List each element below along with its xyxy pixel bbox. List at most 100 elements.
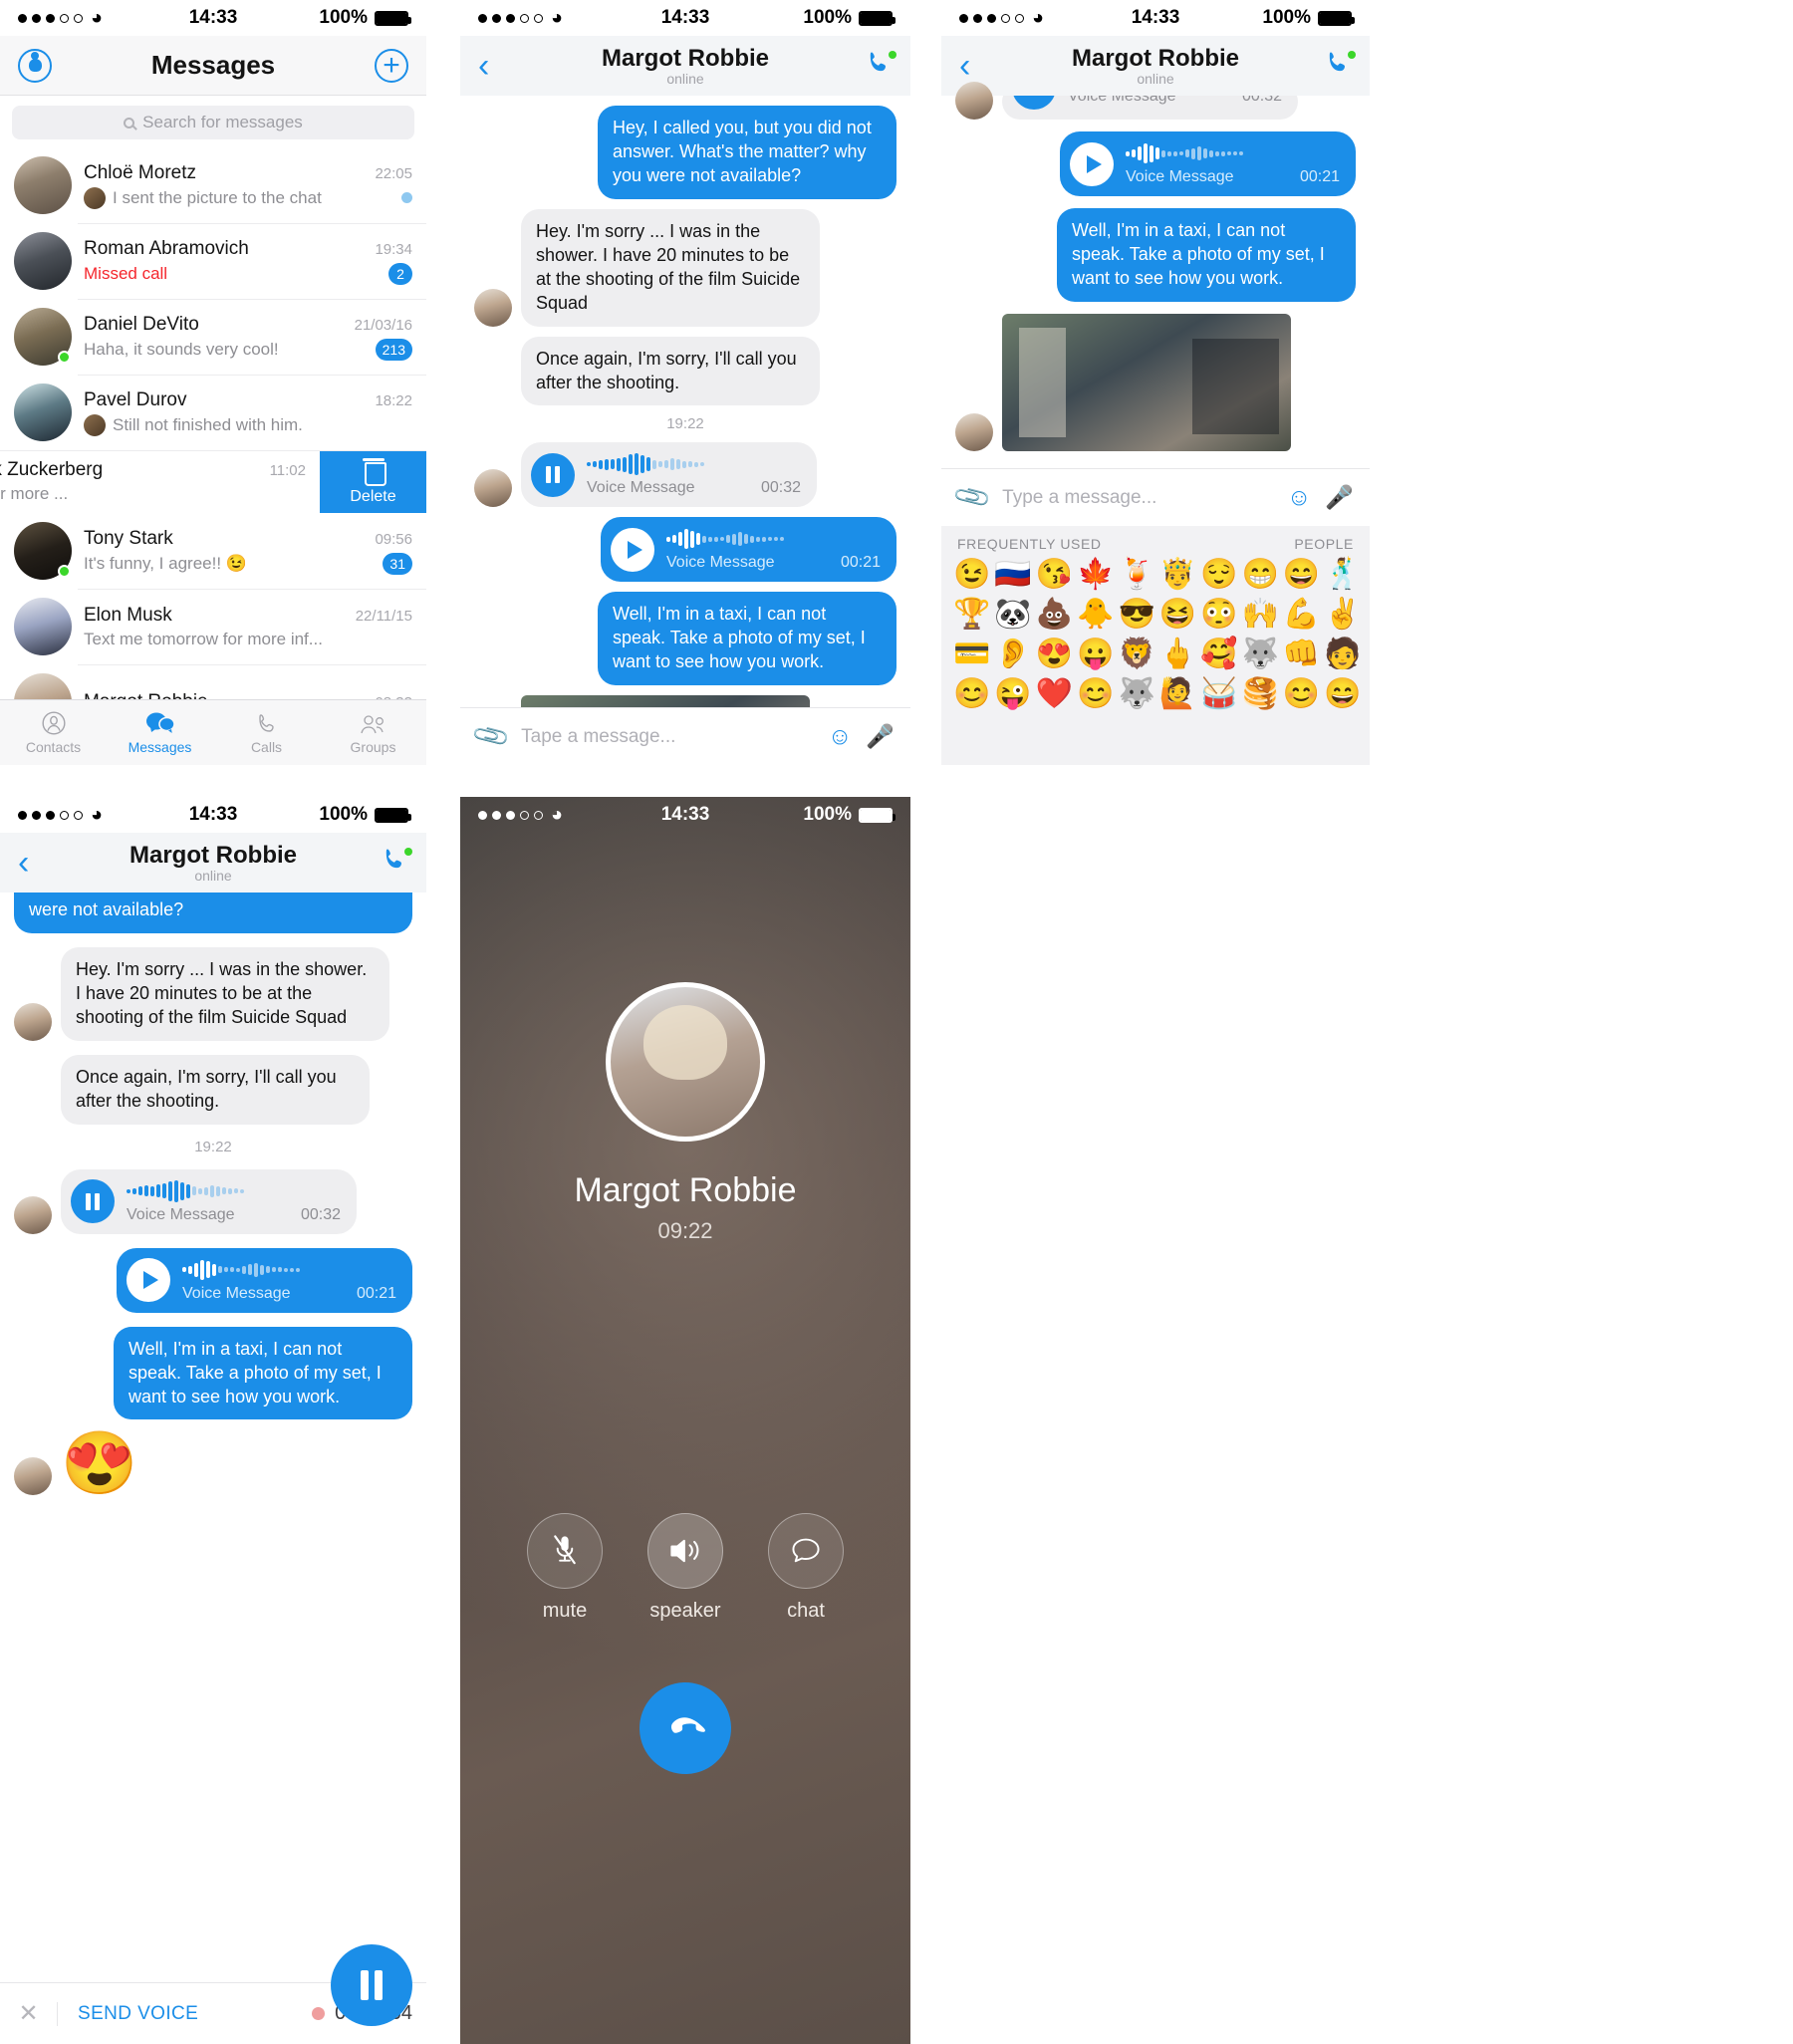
mute-button[interactable]: mute [527, 1513, 603, 1623]
emoji-key[interactable]: 🖕 [1159, 638, 1196, 670]
chat-button[interactable]: chat [768, 1513, 844, 1623]
message-bubble-in[interactable]: Hey. I'm sorry ... I was in the shower. … [61, 946, 389, 1041]
play-button[interactable] [1070, 141, 1114, 186]
emoji-key[interactable]: 😳 [1200, 598, 1237, 631]
call-button[interactable] [865, 49, 896, 84]
tab-messages[interactable]: Messages [107, 700, 213, 765]
voice-message-in[interactable]: Voice Message 00:32 [521, 442, 817, 508]
chat-list-item-swiped[interactable]: rk Zuckerberg 11:02 for more ... Delete [0, 450, 426, 513]
voice-message-out[interactable]: Voice Message 00:21 [117, 1247, 412, 1313]
voice-message-out[interactable]: Voice Message 00:21 [601, 517, 896, 583]
emoji-key[interactable]: 🇷🇺 [994, 558, 1031, 591]
emoji-key[interactable]: 🙌 [1242, 598, 1279, 631]
emoji-key[interactable]: 😆 [1159, 598, 1196, 631]
emoji-key[interactable]: 🐺 [1242, 638, 1279, 670]
emoji-key[interactable]: 🏆 [953, 598, 990, 631]
emoji-key[interactable]: 🥰 [1200, 638, 1237, 670]
delete-button[interactable]: Delete [320, 450, 426, 513]
message-bubble-out[interactable]: Well, I'm in a taxi, I can not speak. Ta… [598, 592, 896, 686]
emoji-key[interactable]: 😁 [1242, 558, 1279, 591]
emoji-key[interactable]: 😍 [1036, 638, 1073, 670]
back-button[interactable]: ‹ [478, 49, 489, 83]
emoji-key[interactable]: 😉 [953, 558, 990, 591]
emoji-key[interactable]: 🐼 [994, 598, 1031, 631]
emoji-message[interactable]: 😍 [61, 1433, 137, 1495]
emoji-key[interactable]: 🐺 [1118, 677, 1154, 710]
person-icon [28, 52, 42, 72]
chat-list-item[interactable]: Pavel Durov 18:22 Still not finished wit… [0, 375, 426, 450]
emoji-key[interactable]: ✌️ [1324, 598, 1361, 631]
message-input[interactable]: Tape a message... [521, 726, 814, 748]
message-bubble-out[interactable]: Hey, I called you, but you did not answe… [598, 106, 896, 199]
tab-calls[interactable]: Calls [213, 700, 320, 765]
profile-button[interactable] [18, 48, 52, 83]
emoji-key[interactable]: 😊 [1283, 677, 1320, 710]
message-bubble-out-partial[interactable]: were not available? [14, 893, 412, 933]
emoji-key[interactable]: 🙋 [1159, 677, 1196, 710]
close-icon[interactable]: ✕ [0, 2001, 58, 2026]
emoji-key[interactable]: 😎 [1118, 598, 1154, 631]
play-button[interactable] [611, 527, 654, 572]
message-bubble-in[interactable]: Once again, I'm sorry, I'll call you aft… [521, 336, 820, 406]
voice-message-in[interactable]: Voice Message 00:32 [61, 1168, 357, 1234]
emoji-key[interactable]: 👂 [994, 638, 1031, 670]
emoji-key[interactable]: 🦁 [1118, 638, 1154, 670]
pause-button[interactable] [71, 1179, 115, 1224]
search-input[interactable]: Search for messages [12, 106, 414, 139]
pause-button[interactable] [531, 452, 575, 497]
send-voice-button[interactable]: SEND VOICE [58, 2003, 198, 2025]
message-list: Hey, I called you, but you did not answe… [460, 96, 910, 765]
message-input[interactable]: Type a message... [1002, 487, 1273, 509]
emoji-key[interactable]: 💪 [1283, 598, 1320, 631]
play-button[interactable] [127, 1258, 170, 1303]
emoji-key[interactable]: 😊 [953, 677, 990, 710]
microphone-icon[interactable]: 🎤 [866, 723, 895, 750]
emoji-key[interactable]: 🥁 [1200, 677, 1237, 710]
emoji-key[interactable]: 🥞 [1242, 677, 1279, 710]
message-bubble-out[interactable]: Well, I'm in a taxi, I can not speak. Ta… [114, 1326, 412, 1420]
smiley-icon[interactable]: ☺ [1287, 484, 1312, 512]
emoji-key[interactable]: ❤️ [1036, 677, 1073, 710]
emoji-key[interactable]: 🕺 [1324, 558, 1361, 591]
tab-contacts[interactable]: Contacts [0, 700, 107, 765]
message-bubble-in[interactable]: Hey. I'm sorry ... I was in the shower. … [521, 208, 820, 327]
emoji-key[interactable]: 😛 [1077, 638, 1114, 670]
hangup-button[interactable] [620, 1662, 751, 1794]
voice-message-out[interactable]: Voice Message 00:21 [1060, 131, 1356, 196]
emoji-key[interactable]: 👊 [1283, 638, 1320, 670]
emoji-key[interactable]: 😄 [1324, 677, 1361, 710]
back-button[interactable]: ‹ [18, 846, 29, 880]
call-button[interactable] [381, 846, 412, 881]
emoji-key[interactable]: 🍹 [1118, 558, 1154, 591]
emoji-key[interactable]: 😌 [1200, 558, 1237, 591]
back-button[interactable]: ‹ [959, 49, 970, 83]
paperclip-icon[interactable]: 📎 [470, 716, 512, 758]
microphone-icon[interactable]: 🎤 [1325, 484, 1354, 511]
compose-button[interactable]: + [375, 48, 408, 83]
emoji-key[interactable]: 😊 [1077, 677, 1114, 710]
emoji-key[interactable]: 😘 [1036, 558, 1073, 591]
chat-list-item[interactable]: Daniel DeVito 21/03/16 Haha, it sounds v… [0, 299, 426, 375]
emoji-key[interactable]: 🐥 [1077, 598, 1114, 631]
tab-groups[interactable]: Groups [320, 700, 426, 765]
message-bubble-out[interactable]: Well, I'm in a taxi, I can not speak. Ta… [1057, 208, 1356, 302]
chat-list-item[interactable]: Elon Musk 22/11/15 Text me tomorrow for … [0, 589, 426, 664]
emoji-key[interactable]: 🧑 [1324, 638, 1361, 670]
pause-record-button[interactable] [331, 1944, 412, 2026]
emoji-key[interactable]: 😜 [994, 677, 1031, 710]
photo-attachment[interactable] [1002, 313, 1291, 451]
call-button[interactable] [1324, 49, 1356, 84]
emoji-key[interactable]: 💳 [953, 638, 990, 670]
smiley-icon[interactable]: ☺ [828, 723, 853, 751]
emoji-key[interactable]: 🍁 [1077, 558, 1114, 591]
chat-list-item[interactable]: Chloë Moretz 22:05 I sent the picture to… [0, 147, 426, 223]
chat-list-item[interactable]: Roman Abramovich 19:34 Missed call 2 [0, 223, 426, 299]
chat-list-item[interactable]: Tony Stark 09:56 It's funny, I agree!! 😉… [0, 513, 426, 589]
emoji-key[interactable]: 😄 [1283, 558, 1320, 591]
speaker-button[interactable]: speaker [647, 1513, 723, 1623]
emoji-key[interactable]: 💩 [1036, 598, 1073, 631]
emoji-key[interactable]: 🤴 [1159, 558, 1196, 591]
emoji-grid[interactable]: 😉 🇷🇺 😘 🍁 🍹 🤴 😌 😁 😄 🕺 🏆 🐼 💩 🐥 😎 😆 😳 🙌 💪 ✌️ 💳 👂 😍 😛 🦁 🖕 🥰 🐺 👊 🧑 😊 😜 ❤️ 😊 🐺 🙋 🥁… [953, 558, 1362, 710]
paperclip-icon[interactable]: 📎 [951, 477, 993, 519]
message-bubble-in[interactable]: Once again, I'm sorry, I'll call you aft… [61, 1054, 370, 1125]
